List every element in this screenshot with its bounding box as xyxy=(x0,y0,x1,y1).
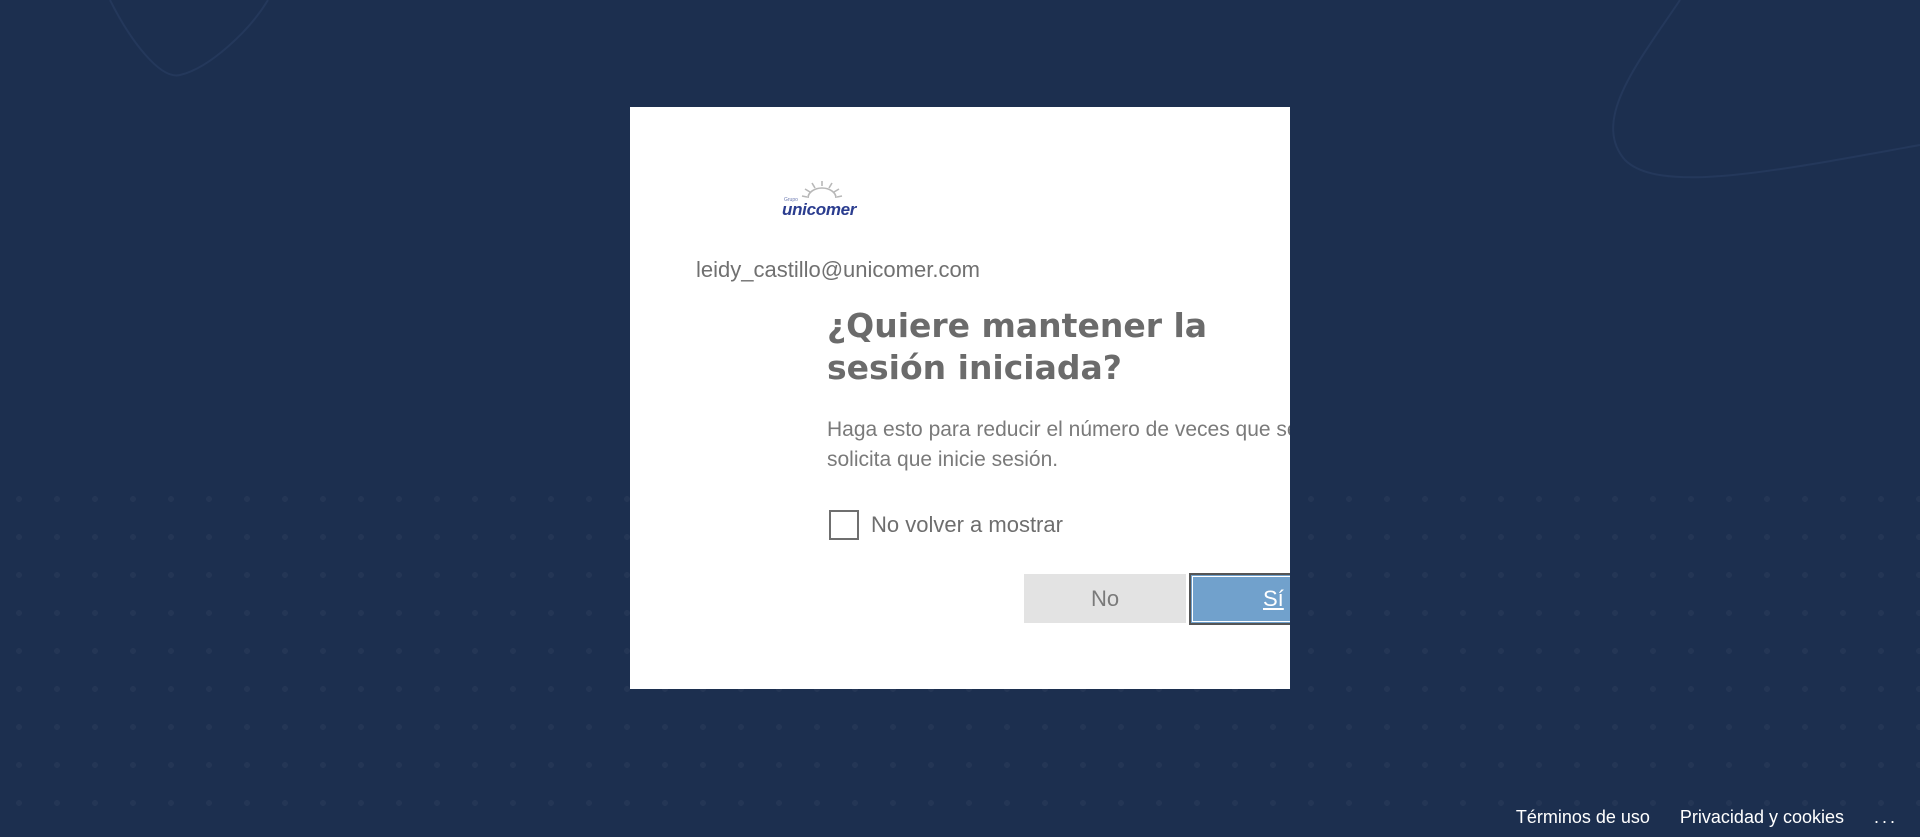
page-title: ¿Quiere mantener la sesión iniciada? xyxy=(827,306,1208,387)
sign-in-card: Grupo unicomer leidy_castillo@unicomer.c… xyxy=(630,107,1290,689)
more-options-button[interactable]: ... xyxy=(1874,807,1914,828)
account-email: leidy_castillo@unicomer.com xyxy=(696,257,981,282)
no-button[interactable]: No xyxy=(1024,574,1186,623)
terms-of-use-link[interactable]: Términos de uso xyxy=(1516,807,1650,828)
yes-button[interactable]: Sí xyxy=(1189,573,1290,625)
prompt-description: Haga esto para reducir el número de vece… xyxy=(827,418,1290,471)
footer: Términos de uso Privacidad y cookies ... xyxy=(1486,797,1920,837)
dont-show-again-label[interactable]: No volver a mostrar xyxy=(871,512,1063,538)
dont-show-again-option[interactable]: No volver a mostrar xyxy=(829,509,1063,541)
logo-wordmark: unicomer xyxy=(782,200,857,219)
company-logo: Grupo unicomer xyxy=(780,180,872,224)
dont-show-again-checkbox[interactable] xyxy=(829,510,859,540)
privacy-cookies-link[interactable]: Privacidad y cookies xyxy=(1680,807,1844,828)
